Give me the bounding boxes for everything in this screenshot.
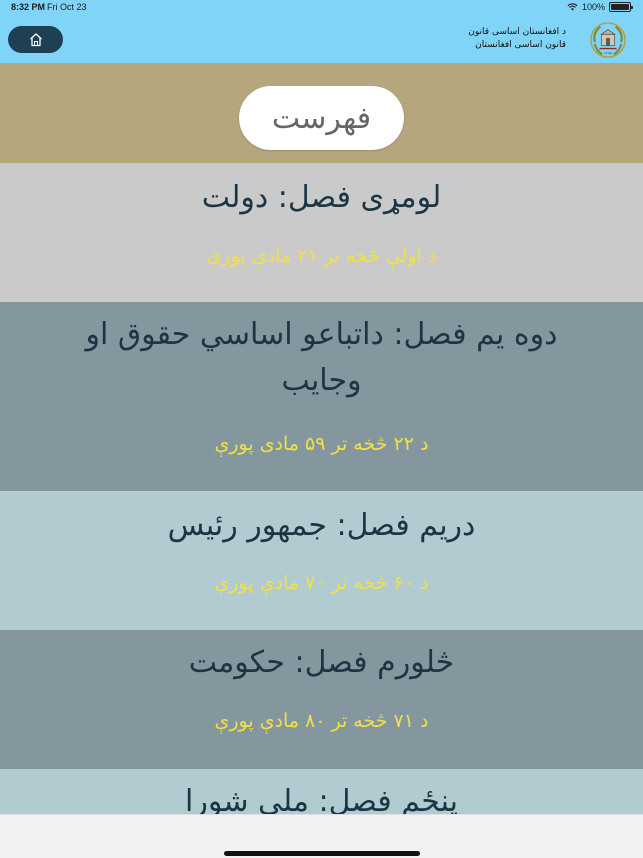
afghanistan-emblem-icon: ١٢٩٨ [590,22,626,58]
chapter-range: د ۶۰ څخه تر ۷۰ مادې پورې [214,572,429,594]
chapter-title: دوه یم فصل: داتباعو اساسي حقوق او وجایب [0,312,643,404]
menu-title: فهرست [239,86,404,150]
battery-percent: 100% [581,2,605,12]
chapter-item-4[interactable]: څلورم فصل: حکومت د ۷۱ څخه تر ۸۰ مادې پور… [0,630,643,769]
chapter-range: د ۲۲ څخه تر ۵۹ مادی پورې [214,433,429,455]
bottom-bar [0,814,643,858]
wifi-icon [567,3,578,11]
app-header: د افغانستان اساسی قانون قانون اساسی افغا… [0,16,643,64]
status-indicators: 100% [567,2,633,12]
header-title-dari: قانون اساسی افغانستان [475,40,566,50]
chapter-title-line2: وجایب [281,363,362,398]
chapter-item-5[interactable]: پنځم فصل: ملي شورا [0,769,643,814]
chapter-item-1[interactable]: لومړی فصل: دولت د اولې څخه تر ۲۱ مادې پو… [0,163,643,302]
svg-text:١٢٩٨: ١٢٩٨ [604,50,612,55]
battery-icon [609,2,633,12]
home-icon [29,33,42,47]
header-title-pashto: د افغانستان اساسی قانون [468,27,566,37]
header-titles: د افغانستان اساسی قانون قانون اساسی افغا… [468,26,566,52]
chapter-title: لومړی فصل: دولت [201,180,442,215]
menu-title-area: فهرست [0,64,643,163]
chapter-title: څلورم فصل: حکومت [188,645,455,680]
chapter-title: پنځم فصل: ملي شورا [185,784,458,814]
status-bar: 8:32 PM Fri Oct 23 100% [0,0,643,16]
home-indicator[interactable] [224,851,420,856]
home-button[interactable] [8,26,63,53]
chapter-title-line1: دوه یم فصل: داتباعو اساسي حقوق او [85,317,558,352]
chapter-item-3[interactable]: دریم فصل: جمهور رئیس د ۶۰ څخه تر ۷۰ مادې… [0,491,643,630]
chapter-range: د اولې څخه تر ۲۱ مادې پورې [206,245,437,267]
status-time: 8:32 PM [11,2,46,12]
status-date: Fri Oct 23 [47,2,87,12]
chapter-item-2[interactable]: دوه یم فصل: داتباعو اساسي حقوق او وجایب … [0,302,643,491]
chapter-title: دریم فصل: جمهور رئیس [167,508,476,543]
chapter-range: د ۷۱ څخه تر ۸۰ مادې پورې [214,710,429,732]
